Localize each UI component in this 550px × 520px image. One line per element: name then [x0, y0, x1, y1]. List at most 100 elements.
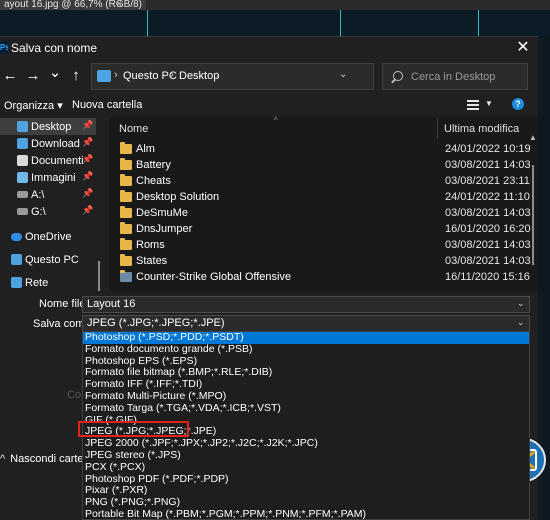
photoshop-app-icon: Ps: [0, 41, 8, 54]
column-divider[interactable]: [437, 117, 438, 139]
document-tab[interactable]: ayout 16.jpg @ 66,7% (RGB/8): [0, 0, 146, 10]
search-icon: [393, 71, 403, 81]
file-row[interactable]: DeSmuMe 03/08/2021 14:03: [109, 206, 531, 221]
sidebar-item-onedrive[interactable]: OneDrive: [0, 228, 96, 245]
breadcrumb-chevron-icon[interactable]: ›: [170, 69, 174, 81]
pin-icon[interactable]: 📌: [82, 137, 93, 148]
file-row[interactable]: States 03/08/2021 14:03: [109, 254, 531, 269]
pin-icon[interactable]: 📌: [82, 205, 93, 216]
sidebar-item-rete[interactable]: Rete: [0, 274, 96, 291]
shortcut-icon: [120, 270, 132, 282]
breadcrumb-chevron-icon[interactable]: ›: [216, 69, 220, 81]
sidebar-item-documenti[interactable]: Documenti 📌: [0, 152, 96, 169]
save-type-select[interactable]: JPEG (*.JPG;*.JPEG;*.JPE) ⌄: [82, 315, 530, 332]
breadcrumb-desktop[interactable]: Desktop: [179, 70, 219, 82]
sort-arrow-icon: ^: [274, 116, 278, 125]
file-date: 24/01/2022 11:10: [445, 191, 530, 203]
file-date: 03/08/2021 14:03: [445, 159, 531, 171]
file-row[interactable]: Roms 03/08/2021 14:03: [109, 238, 531, 253]
address-bar[interactable]: › Questo PC › Desktop › ⌄ ↻: [91, 63, 459, 90]
sidebar-item-label: A:\: [31, 189, 45, 201]
file-row[interactable]: DnsJumper 16/01/2020 16:20: [109, 222, 531, 237]
format-option[interactable]: Formato Targa (*.TGA;*.VDA;*.ICB;*.VST): [83, 402, 529, 415]
sidebar-item-drive-a[interactable]: A:\ 📌: [0, 186, 96, 203]
file-date: 24/01/2022 10:19: [445, 143, 531, 155]
breadcrumb-chevron-icon[interactable]: ›: [114, 69, 118, 81]
file-name: DnsJumper: [136, 223, 193, 235]
organize-button[interactable]: Organizza ▾: [4, 99, 63, 112]
file-name: Counter-Strike Global Offensive: [136, 271, 292, 283]
file-date: 03/08/2021 14:03: [445, 207, 531, 219]
sidebar-item-questo-pc[interactable]: Questo PC: [0, 251, 96, 268]
format-option[interactable]: JPEG stereo (*.JPS): [83, 449, 529, 462]
images-icon: [17, 172, 28, 183]
format-option[interactable]: Formato documento grande (*.PSB): [83, 343, 529, 356]
search-box[interactable]: Cerca in Desktop: [382, 63, 528, 90]
recent-locations-chevron-icon[interactable]: ⌄: [47, 64, 63, 82]
format-option[interactable]: Portable Bit Map (*.PBM;*.PGM;*.PPM;*.PN…: [83, 508, 529, 519]
chevron-down-icon[interactable]: ⌄: [517, 317, 525, 328]
sidebar-item-drive-g[interactable]: G:\ 📌: [0, 203, 96, 220]
view-dropdown-icon[interactable]: ▼: [485, 99, 493, 108]
scroll-up-icon[interactable]: ▲: [529, 133, 537, 142]
close-icon[interactable]: ✕: [514, 39, 532, 57]
folder-icon: [120, 158, 132, 170]
sidebar-item-label: G:\: [31, 206, 46, 218]
sidebar-item-download[interactable]: Download 📌: [0, 135, 96, 152]
filename-field[interactable]: Layout 16 ⌄: [82, 296, 530, 313]
file-date: 03/08/2021 23:11: [445, 175, 530, 187]
dialog-title-bar: Ps Salva con nome ✕: [0, 37, 538, 59]
column-header-name[interactable]: Nome: [119, 123, 148, 135]
sidebar-item-desktop[interactable]: Desktop 📌: [0, 118, 96, 135]
file-list-scrollbar[interactable]: ▲: [528, 133, 538, 287]
file-row[interactable]: Desktop Solution 24/01/2022 11:10: [109, 190, 530, 205]
file-date: 03/08/2021 14:03: [445, 239, 531, 251]
up-arrow-icon[interactable]: ↑: [68, 67, 84, 85]
back-arrow-icon[interactable]: ←: [2, 67, 18, 85]
canvas-guide: [478, 10, 479, 36]
file-row[interactable]: Battery 03/08/2021 14:03: [109, 158, 531, 173]
jpeg-highlight-box: [78, 421, 189, 437]
address-dropdown-icon[interactable]: ⌄: [339, 69, 347, 80]
save-type-value: JPEG (*.JPG;*.JPEG;*.JPE): [87, 317, 225, 329]
file-date: 03/08/2021 14:03: [445, 255, 531, 267]
canvas-guide: [147, 10, 148, 36]
pin-icon[interactable]: 📌: [82, 171, 93, 182]
file-list: ^ Nome Ultima modifica Alm 24/01/2022 10…: [109, 116, 538, 291]
format-option[interactable]: Photoshop PDF (*.PDF;*.PDP): [83, 473, 529, 486]
file-row[interactable]: Counter-Strike Global Offensive 16/11/20…: [109, 270, 530, 285]
document-tab-close-icon[interactable]: ×: [116, 0, 122, 10]
pin-icon[interactable]: 📌: [82, 120, 93, 131]
command-bar: Organizza ▾ Nuova cartella ▼ ?: [0, 95, 538, 117]
file-name: Alm: [136, 143, 155, 155]
pin-icon[interactable]: 📌: [82, 188, 93, 199]
help-icon[interactable]: ?: [512, 98, 524, 110]
network-icon: [11, 277, 22, 288]
pin-icon[interactable]: 📌: [82, 154, 93, 165]
format-option[interactable]: PCX (*.PCX): [83, 461, 529, 474]
navigation-pane: Desktop 📌 Download 📌 Documenti 📌 Immagin…: [0, 117, 104, 361]
forward-arrow-icon[interactable]: →: [25, 67, 41, 85]
file-name: Roms: [136, 239, 165, 251]
column-header-modified[interactable]: Ultima modifica: [444, 123, 519, 135]
view-options-icon[interactable]: [467, 100, 479, 110]
file-name: Desktop Solution: [136, 191, 220, 203]
sidebar-item-immagini[interactable]: Immagini 📌: [0, 169, 96, 186]
file-row[interactable]: Alm 24/01/2022 10:19: [109, 142, 531, 157]
dialog-title: Salva con nome: [11, 41, 98, 55]
folder-icon: [120, 190, 132, 202]
documents-icon: [17, 155, 28, 166]
file-name: DeSmuMe: [136, 207, 188, 219]
breadcrumb-questo-pc[interactable]: Questo PC: [123, 70, 177, 82]
hide-folders-toggle[interactable]: ^ Nascondi cartelle: [0, 453, 95, 465]
sidebar-item-label: Desktop: [31, 121, 72, 133]
file-name: States: [136, 255, 168, 267]
onedrive-icon: [11, 233, 22, 241]
scrollbar-thumb[interactable]: [532, 165, 534, 265]
chevron-down-icon[interactable]: ⌄: [517, 298, 525, 309]
photoshop-tab-bar: ayout 16.jpg @ 66,7% (RGB/8) ×: [0, 0, 550, 10]
file-row[interactable]: Cheats 03/08/2021 23:11: [109, 174, 530, 189]
new-folder-button[interactable]: Nuova cartella: [72, 99, 142, 111]
chevron-up-icon: ^: [0, 453, 6, 465]
drive-icon: [17, 208, 28, 215]
